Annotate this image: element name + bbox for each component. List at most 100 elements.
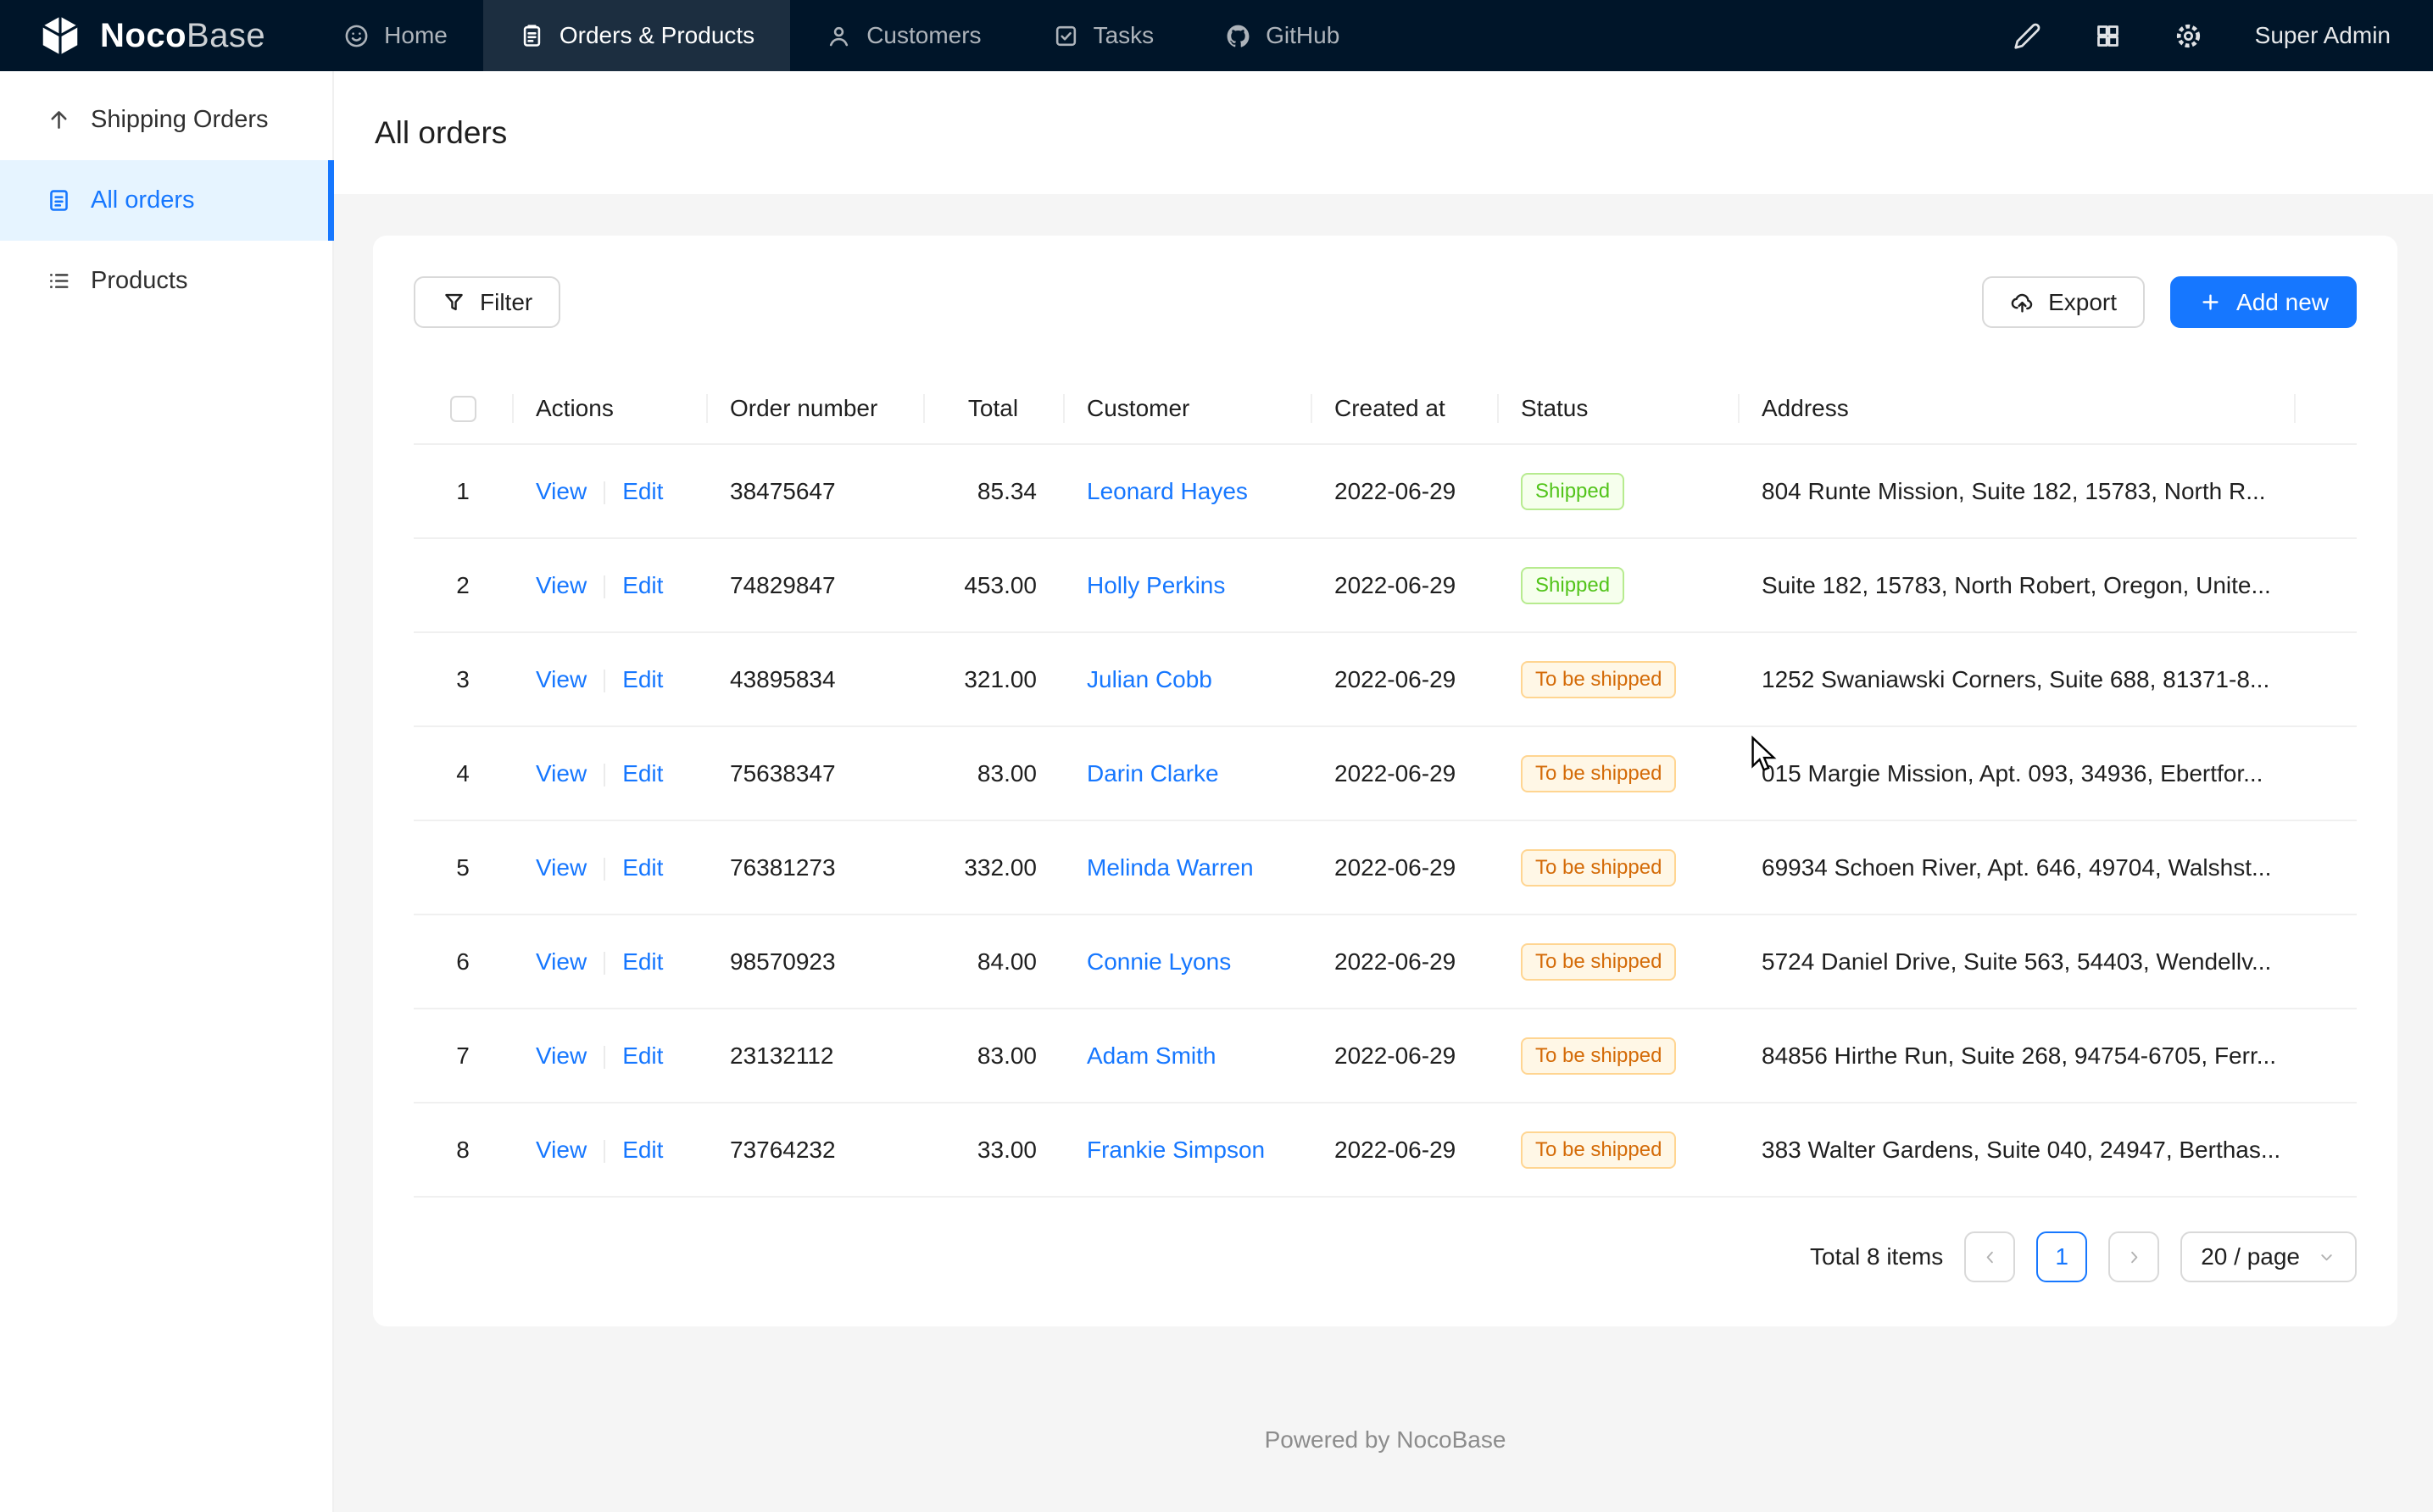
edit-link[interactable]: Edit [622,572,663,598]
edit-link[interactable]: Edit [622,666,663,692]
row-index: 4 [414,760,512,787]
column-header-created-at: Created at [1311,374,1497,443]
customer-cell: Leonard Hayes [1063,478,1311,505]
select-all-checkbox[interactable] [450,396,476,422]
nocobase-logo[interactable]: NocoBase [0,13,299,58]
sidebar-item-all-orders[interactable]: All orders [0,160,332,241]
address-cell: 804 Runte Mission, Suite 182, 15783, Nor… [1738,478,2294,505]
edit-link[interactable]: Edit [622,1042,663,1069]
customer-cell: Frankie Simpson [1063,1137,1311,1164]
row-index: 7 [414,1042,512,1070]
nav-item-home[interactable]: Home [308,0,483,71]
nav-item-label: Tasks [1094,22,1155,49]
edit-link[interactable]: Edit [622,760,663,787]
filter-button[interactable]: Filter [414,276,560,328]
created-at-cell: 2022-06-29 [1311,1042,1497,1070]
customer-link[interactable]: Melinda Warren [1087,854,1254,881]
order-number-cell: 76381273 [706,854,923,881]
actions-cell: View Edit [512,478,706,505]
customer-link[interactable]: Connie Lyons [1087,948,1231,975]
edit-link[interactable]: Edit [622,478,663,504]
created-at-cell: 2022-06-29 [1311,854,1497,881]
sidebar-item-products[interactable]: Products [0,241,332,321]
view-link[interactable]: View [536,1042,587,1069]
smile-icon [343,23,370,49]
created-at-cell: 2022-06-29 [1311,948,1497,976]
table-row: 4 ViewEdit 75638347 83.00 Darin Clarke 2… [414,727,2357,821]
status-badge: Shipped [1521,473,1624,510]
nav-item-orders-products[interactable]: Orders & Products [483,0,790,71]
prev-page-button[interactable] [1964,1231,2015,1282]
page-size-select[interactable]: 20 / page [2180,1231,2357,1282]
view-link[interactable]: View [536,854,587,881]
view-link[interactable]: View [536,1137,587,1163]
customer-link[interactable]: Julian Cobb [1087,666,1212,692]
next-page-button[interactable] [2108,1231,2159,1282]
chevron-left-icon [1980,1248,2000,1267]
actions-cell: View Edit [512,1042,706,1070]
column-header-spacer [2294,374,2357,443]
total-cell: 332.00 [923,854,1063,881]
plus-icon [2198,290,2223,314]
table-body: 1 ViewEdit 38475647 85.34 Leonard Hayes … [414,445,2357,1198]
edit-link[interactable]: Edit [622,854,663,881]
main-nav: Home Orders & Products Customers Tasks [308,0,1375,71]
nav-item-customers[interactable]: Customers [790,0,1016,71]
orders-card: Filter Export [373,236,2397,1326]
view-link[interactable]: View [536,760,587,787]
total-cell: 83.00 [923,1042,1063,1070]
ui-editor-button[interactable] [2013,22,2041,50]
page-title: All orders [375,115,507,151]
nav-item-tasks[interactable]: Tasks [1017,0,1190,71]
actions-cell: View Edit [512,854,706,881]
grid-icon [2094,22,2122,50]
edit-link[interactable]: Edit [622,1137,663,1163]
nav-item-label: Customers [866,22,981,49]
current-page-button[interactable]: 1 [2036,1231,2087,1282]
sidebar-item-shipping-orders[interactable]: Shipping Orders [0,80,332,160]
status-badge: Shipped [1521,567,1624,604]
customer-cell: Melinda Warren [1063,854,1311,881]
actions-cell: View Edit [512,1137,706,1164]
row-index: 6 [414,948,512,976]
status-badge: To be shipped [1521,943,1676,981]
customer-link[interactable]: Adam Smith [1087,1042,1216,1069]
pagination-total: Total 8 items [1810,1243,1943,1270]
add-new-button[interactable]: Add new [2170,276,2357,328]
view-link[interactable]: View [536,572,587,598]
status-cell: Shipped [1497,567,1738,604]
table-row: 3 ViewEdit 43895834 321.00 Julian Cobb 2… [414,633,2357,727]
chevron-down-icon [2317,1248,2336,1267]
status-badge: To be shipped [1521,755,1676,792]
nav-item-label: Orders & Products [560,22,754,49]
customer-link[interactable]: Holly Perkins [1087,572,1225,598]
order-number-cell: 38475647 [706,478,923,505]
address-cell: 69934 Schoen River, Apt. 646, 49704, Wal… [1738,854,2294,881]
nav-item-github[interactable]: GitHub [1189,0,1375,71]
export-button[interactable]: Export [1982,276,2145,328]
customer-link[interactable]: Leonard Hayes [1087,478,1248,504]
order-number-cell: 73764232 [706,1137,923,1164]
plugin-manager-button[interactable] [2094,22,2122,50]
logo-text: NocoBase [100,17,265,55]
column-header-order-number: Order number [706,374,923,443]
settings-button[interactable] [2174,22,2202,50]
sidebar-item-label: Products [91,267,187,295]
customer-link[interactable]: Frankie Simpson [1087,1137,1265,1163]
created-at-cell: 2022-06-29 [1311,666,1497,693]
customer-link[interactable]: Darin Clarke [1087,760,1219,787]
action-divider [604,858,605,881]
row-index: 8 [414,1137,512,1164]
user-menu[interactable]: Super Admin [2255,22,2391,49]
content-area: Filter Export [334,194,2433,1512]
view-link[interactable]: View [536,666,587,692]
customer-cell: Connie Lyons [1063,948,1311,976]
order-number-cell: 74829847 [706,572,923,599]
view-link[interactable]: View [536,478,587,504]
nav-item-label: GitHub [1266,22,1339,49]
total-cell: 85.34 [923,478,1063,505]
edit-link[interactable]: Edit [622,948,663,975]
view-link[interactable]: View [536,948,587,975]
status-badge: To be shipped [1521,849,1676,887]
header-select-cell [414,374,512,443]
